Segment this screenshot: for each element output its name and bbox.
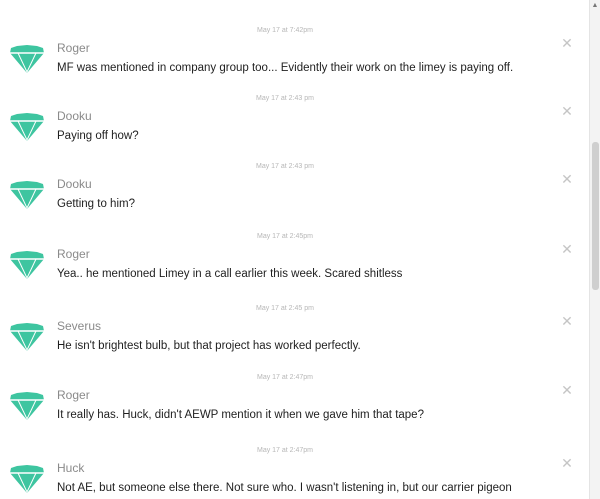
close-icon[interactable]: ✕ (560, 314, 574, 328)
diamond-icon (8, 250, 46, 280)
sender-name[interactable]: Roger (57, 388, 90, 402)
diamond-icon (8, 322, 46, 352)
message-timestamp: May 17 at 2:47pm (256, 447, 314, 454)
scrollbar-thumb[interactable] (592, 142, 599, 290)
sender-name[interactable]: Severus (57, 319, 101, 333)
message-timestamp: May 17 at 2:45pm (256, 233, 314, 240)
sender-name[interactable]: Roger (57, 247, 90, 261)
diamond-icon (8, 180, 46, 210)
close-icon[interactable]: ✕ (560, 172, 574, 186)
message-text: Getting to him? (57, 198, 135, 210)
message-item: May 17 at 2:43 pm Dooku Paying off how? … (0, 95, 590, 168)
message-item: May 17 at 2:45pm Roger Yea.. he mentione… (0, 233, 590, 306)
message-text: MF was mentioned in company group too...… (57, 62, 514, 74)
diamond-icon (8, 391, 46, 421)
message-item: May 17 at 2:45 pm Severus He isn't brigh… (0, 305, 590, 378)
diamond-icon (8, 464, 46, 494)
diamond-icon (8, 44, 46, 74)
message-timestamp: May 17 at 7:42pm (256, 27, 314, 34)
message-item: May 17 at 2:47pm Roger It really has. Hu… (0, 374, 590, 447)
message-item: May 17 at 2:43 pm Dooku Getting to him? … (0, 163, 590, 236)
message-timestamp: May 17 at 2:47pm (256, 374, 314, 381)
sender-name[interactable]: Huck (57, 461, 84, 475)
message-timestamp: May 17 at 2:43 pm (256, 95, 314, 102)
close-icon[interactable]: ✕ (560, 456, 574, 470)
sender-name[interactable]: Dooku (57, 177, 92, 191)
diamond-icon (8, 112, 46, 142)
close-icon[interactable]: ✕ (560, 242, 574, 256)
message-text: Paying off how? (57, 130, 139, 142)
message-text: He isn't brightest bulb, but that projec… (57, 340, 361, 352)
scroll-up-arrow-icon[interactable]: ▲ (591, 2, 599, 10)
chat-message-list: May 17 at 7:42pm Roger MF was mentioned … (0, 0, 590, 499)
close-icon[interactable]: ✕ (560, 104, 574, 118)
message-text: Yea.. he mentioned Limey in a call earli… (57, 268, 403, 280)
message-item: May 17 at 2:47pm Huck Not AE, but someon… (0, 447, 590, 499)
close-icon[interactable]: ✕ (560, 383, 574, 397)
message-timestamp: May 17 at 2:43 pm (256, 163, 314, 170)
vertical-scrollbar[interactable]: ▲ (589, 0, 600, 499)
sender-name[interactable]: Dooku (57, 109, 92, 123)
sender-name[interactable]: Roger (57, 41, 90, 55)
message-timestamp: May 17 at 2:45 pm (256, 305, 314, 312)
close-icon[interactable]: ✕ (560, 36, 574, 50)
message-item: May 17 at 7:42pm Roger MF was mentioned … (0, 27, 590, 100)
message-text: It really has. Huck, didn't AEWP mention… (57, 409, 424, 421)
message-text: Not AE, but someone else there. Not sure… (57, 482, 512, 494)
